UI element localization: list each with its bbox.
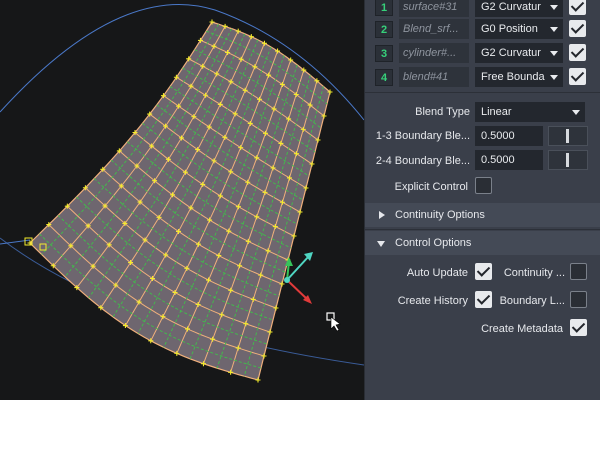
boundary-surface-field[interactable]: Blend_srf...	[399, 19, 469, 39]
boundary-index: 3	[375, 45, 393, 62]
cursor-select-icon	[326, 312, 341, 332]
create-metadata-checkbox[interactable]	[570, 319, 587, 336]
boundary-enable-checkbox[interactable]	[569, 44, 586, 61]
continuity-select[interactable]: G2 Curvatur	[475, 0, 563, 17]
boundary-24-slider[interactable]	[548, 150, 588, 170]
boundary-index: 4	[375, 69, 393, 86]
boundary-surface-field[interactable]: cylinder#...	[399, 43, 469, 63]
boundary-24-label: 2-4 Boundary Ble...	[375, 155, 470, 167]
control-options-header[interactable]: Control Options	[365, 231, 600, 255]
blend-type-value: Linear	[481, 106, 512, 118]
continuity-value: G0 Position	[481, 23, 538, 35]
chevron-down-icon	[572, 110, 580, 115]
explicit-control-label: Explicit Control	[394, 181, 468, 193]
boundary-13-input[interactable]: 0.5000	[475, 126, 543, 146]
expand-arrow-icon	[379, 211, 385, 219]
boundary-surface-field[interactable]: surface#31	[399, 0, 469, 17]
boundary-surface-field[interactable]: blend#41	[399, 67, 469, 87]
continuity-value: G2 Curvatur	[481, 1, 541, 13]
collapse-arrow-icon	[377, 241, 385, 247]
panel-divider	[365, 229, 600, 230]
auto-update-checkbox[interactable]	[475, 263, 492, 280]
3d-viewport[interactable]	[0, 0, 364, 400]
boundary-index: 1	[375, 0, 393, 16]
blend-properties-panel: 1 surface#31 G2 Curvatur 2 Blend_srf... G0 Po…	[364, 0, 600, 400]
continuity-select[interactable]: G0 Position	[475, 19, 563, 39]
continuity-checkbox[interactable]	[570, 263, 587, 280]
chevron-down-icon	[550, 27, 558, 32]
panel-divider	[365, 92, 600, 93]
boundary-enable-checkbox[interactable]	[569, 68, 586, 85]
slider-thumb[interactable]	[566, 153, 569, 167]
slider-thumb[interactable]	[566, 129, 569, 143]
continuity-options-title: Continuity Options	[395, 209, 485, 221]
boundary-l-label: Boundary L...	[499, 295, 565, 307]
explicit-control-checkbox[interactable]	[475, 177, 492, 194]
continuity-value: G2 Curvatur	[481, 47, 541, 59]
continuity-select[interactable]: G2 Curvatur	[475, 43, 563, 63]
boundary-13-label: 1-3 Boundary Ble...	[375, 130, 470, 142]
continuity-value: Free Bounda	[481, 71, 545, 83]
transform-manipulator[interactable]	[284, 252, 313, 304]
continuity-label: Continuity ...	[503, 267, 565, 279]
boundary-enable-checkbox[interactable]	[569, 20, 586, 37]
create-history-checkbox[interactable]	[475, 291, 492, 308]
blend-type-select[interactable]: Linear	[475, 102, 585, 122]
chevron-down-icon	[550, 51, 558, 56]
boundary-index: 2	[375, 21, 393, 38]
create-metadata-label: Create Metadata	[481, 323, 563, 335]
continuity-options-header[interactable]: Continuity Options	[365, 203, 600, 227]
blend-type-label: Blend Type	[415, 106, 470, 118]
chevron-down-icon	[550, 75, 558, 80]
auto-update-label: Auto Update	[406, 267, 468, 279]
continuity-select[interactable]: Free Bounda	[475, 67, 563, 87]
boundary-24-input[interactable]: 0.5000	[475, 150, 543, 170]
boundary-l-checkbox[interactable]	[570, 291, 587, 308]
boundary-13-slider[interactable]	[548, 126, 588, 146]
surface-scene[interactable]	[0, 0, 364, 400]
control-options-title: Control Options	[395, 237, 472, 249]
create-history-label: Create History	[397, 295, 468, 307]
chevron-down-icon	[550, 5, 558, 10]
blend-surface[interactable]	[29, 21, 331, 381]
boundary-enable-checkbox[interactable]	[569, 0, 586, 15]
